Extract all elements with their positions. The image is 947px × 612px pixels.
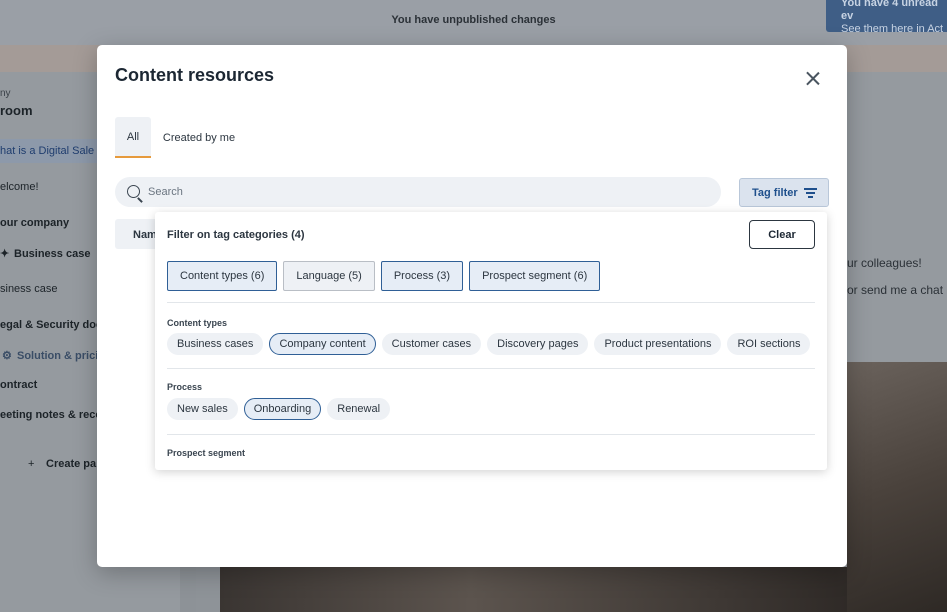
right-text-line-1: ur colleagues!: [847, 256, 922, 270]
process-tag-row: New sales Onboarding Renewal: [167, 398, 391, 420]
content-types-tag-row: Business cases Company content Customer …: [167, 333, 811, 355]
section-label-prospect-segment: Prospect segment: [167, 448, 246, 458]
section-label-content-types: Content types: [167, 318, 228, 328]
divider: [167, 434, 815, 435]
section-label-process: Process: [167, 382, 203, 392]
tab-created-by-me[interactable]: Created by me: [159, 117, 239, 158]
sidebar-item-business-case-group[interactable]: ✦ Business case: [0, 247, 90, 260]
clear-button[interactable]: Clear: [749, 220, 815, 249]
dropdown-title: Filter on tag categories (4): [167, 229, 305, 241]
create-page-label: Create pa: [46, 458, 97, 470]
tag-business-cases[interactable]: Business cases: [167, 333, 264, 355]
close-icon[interactable]: [802, 68, 824, 90]
sidebar-item-welcome[interactable]: elcome!: [0, 181, 39, 193]
settings-icon: ⚙: [2, 350, 12, 362]
filter-icon: [804, 188, 817, 198]
tag-renewal[interactable]: Renewal: [327, 398, 391, 420]
sidebar-item-meeting-notes[interactable]: eeting notes & reco: [0, 409, 102, 421]
name-column-header[interactable]: Nam: [115, 219, 159, 249]
search-bar: [115, 177, 721, 207]
notification-toast[interactable]: You have 4 unread ev See them here in Ac…: [826, 0, 947, 35]
tag-filter-label: Tag filter: [752, 186, 798, 199]
category-chip-process[interactable]: Process (3): [380, 261, 464, 291]
sidebar-item-legal-security[interactable]: egal & Security doc: [0, 319, 102, 331]
tag-roi-sections[interactable]: ROI sections: [727, 333, 811, 355]
notification-line-1: You have 4 unread ev: [841, 0, 938, 22]
category-chip-prospect-segment[interactable]: Prospect segment (6): [469, 261, 601, 291]
category-chip-language[interactable]: Language (5): [283, 261, 375, 291]
content-gutter: [196, 567, 220, 612]
category-chip-content-types[interactable]: Content types (6): [167, 261, 278, 291]
tag-filter-button[interactable]: Tag filter: [739, 178, 829, 207]
top-bar: You have unpublished changes: [0, 0, 947, 45]
category-chip-row: Content types (6) Language (5) Process (…: [167, 261, 601, 291]
sidebar-item-label: Solution & pricin: [17, 350, 105, 362]
tag-customer-cases[interactable]: Customer cases: [381, 333, 482, 355]
unpublished-banner: You have unpublished changes: [391, 14, 556, 26]
sidebar-company: ny: [0, 88, 11, 99]
right-content: ur colleagues! or send me a chat: [847, 72, 947, 612]
sidebar-room-title: room: [0, 103, 33, 118]
create-page-button[interactable]: + Create pa: [28, 458, 96, 470]
right-text-line-2: or send me a chat: [847, 283, 944, 297]
tag-discovery-pages[interactable]: Discovery pages: [487, 333, 589, 355]
plus-icon: +: [28, 458, 35, 470]
notification-line-2: See them here in Act: [841, 23, 944, 35]
sidebar-item-your-company[interactable]: our company: [0, 217, 69, 229]
divider: [167, 368, 815, 369]
sidebar-item-solution-pricing[interactable]: ⚙ Solution & pricin: [2, 349, 105, 362]
sidebar-item-contract[interactable]: ontract: [0, 379, 37, 391]
sidebar-item-business-case[interactable]: siness case: [0, 283, 57, 295]
modal-title: Content resources: [115, 65, 275, 85]
tag-new-sales[interactable]: New sales: [167, 398, 238, 420]
tab-all[interactable]: All: [115, 117, 151, 158]
search-input[interactable]: [148, 177, 708, 207]
search-icon: [127, 185, 140, 198]
divider: [167, 302, 815, 303]
tag-filter-dropdown: Filter on tag categories (4) Clear Conte…: [155, 212, 827, 470]
tag-product-presentations[interactable]: Product presentations: [594, 333, 722, 355]
pin-icon: ✦: [0, 248, 10, 260]
tag-company-content[interactable]: Company content: [269, 333, 376, 355]
sidebar-item-label: Business case: [14, 248, 91, 260]
video-thumbnail: [847, 362, 947, 612]
tag-onboarding[interactable]: Onboarding: [243, 398, 322, 420]
video-preview: [220, 567, 847, 612]
